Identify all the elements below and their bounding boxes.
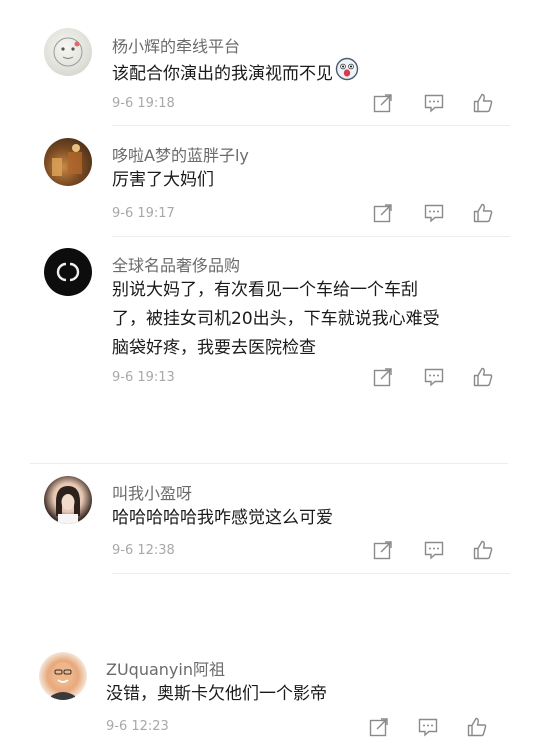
divider bbox=[112, 573, 510, 574]
comment-line: 别说大妈了，有次看见一个车给一个车刮 bbox=[112, 280, 418, 300]
like-icon[interactable] bbox=[472, 92, 494, 114]
comment-line: 了，被挂女司机20出头，下车就说我心难受 bbox=[112, 309, 440, 329]
comment-author[interactable]: 叫我小盈呀 bbox=[112, 480, 192, 504]
comment-text: 别说大妈了，有次看见一个车给一个车刮 了，被挂女司机20出头，下车就说我心难受 … bbox=[112, 276, 482, 363]
comment-icon[interactable] bbox=[423, 366, 445, 388]
comment-author[interactable]: 哆啦A梦的蓝胖子ly bbox=[112, 142, 249, 166]
like-icon[interactable] bbox=[466, 716, 488, 738]
comment-author[interactable]: ZUquanyin阿祖 bbox=[106, 656, 225, 680]
comment-author[interactable]: 全球名品奢侈品购 bbox=[112, 252, 240, 276]
shocked-face-emoji-icon bbox=[335, 57, 359, 91]
comment-author[interactable]: 杨小辉的牵线平台 bbox=[112, 33, 240, 57]
like-icon[interactable] bbox=[472, 366, 494, 388]
comment-time: 9-6 19:18 bbox=[112, 96, 175, 111]
girl-avatar-icon bbox=[56, 486, 80, 524]
comment-time: 9-6 19:13 bbox=[112, 370, 175, 385]
comment-icon[interactable] bbox=[423, 92, 445, 114]
comment-line: 厉害了大妈们 bbox=[112, 170, 214, 190]
comment-actions bbox=[372, 539, 500, 561]
share-icon[interactable] bbox=[368, 716, 390, 738]
comment-line: 没错，奥斯卡欠他们一个影帝 bbox=[106, 684, 327, 704]
like-icon[interactable] bbox=[472, 539, 494, 561]
avatar[interactable] bbox=[44, 138, 92, 186]
comment-actions bbox=[372, 202, 500, 224]
comment-time: 9-6 19:17 bbox=[112, 206, 175, 221]
chanel-logo-icon bbox=[56, 262, 80, 282]
comment-time: 9-6 12:38 bbox=[112, 543, 175, 558]
comment-text: 哈哈哈哈哈我咋感觉这么可爱 bbox=[112, 504, 482, 533]
like-icon[interactable] bbox=[472, 202, 494, 224]
share-icon[interactable] bbox=[372, 539, 394, 561]
avatar[interactable] bbox=[44, 248, 92, 296]
comment-text: 厉害了大妈们 bbox=[112, 166, 482, 195]
comment-icon[interactable] bbox=[423, 539, 445, 561]
comment-text: 没错，奥斯卡欠他们一个影帝 bbox=[106, 680, 476, 709]
comment-line: 脑袋好疼，我要去医院检查 bbox=[112, 338, 316, 358]
comment-actions bbox=[372, 92, 500, 114]
divider bbox=[112, 125, 510, 126]
comment-icon[interactable] bbox=[417, 716, 439, 738]
share-icon[interactable] bbox=[372, 366, 394, 388]
avatar[interactable] bbox=[44, 28, 92, 76]
divider bbox=[30, 463, 508, 464]
comment-text: 该配合你演出的我演视而不见 bbox=[112, 57, 482, 91]
comment-actions bbox=[368, 716, 496, 738]
avatar[interactable] bbox=[44, 476, 92, 524]
comment-time: 9-6 12:23 bbox=[106, 719, 169, 734]
divider bbox=[112, 236, 510, 237]
share-icon[interactable] bbox=[372, 202, 394, 224]
avatar[interactable] bbox=[39, 652, 87, 700]
doodle-avatar-icon bbox=[53, 37, 83, 67]
share-icon[interactable] bbox=[372, 92, 394, 114]
comment-line: 该配合你演出的我演视而不见 bbox=[112, 64, 333, 84]
photo-avatar-icon bbox=[52, 144, 82, 176]
comment-actions bbox=[372, 366, 500, 388]
man-avatar-icon bbox=[51, 662, 75, 700]
comment-line: 哈哈哈哈哈我咋感觉这么可爱 bbox=[112, 508, 333, 528]
comment-icon[interactable] bbox=[423, 202, 445, 224]
